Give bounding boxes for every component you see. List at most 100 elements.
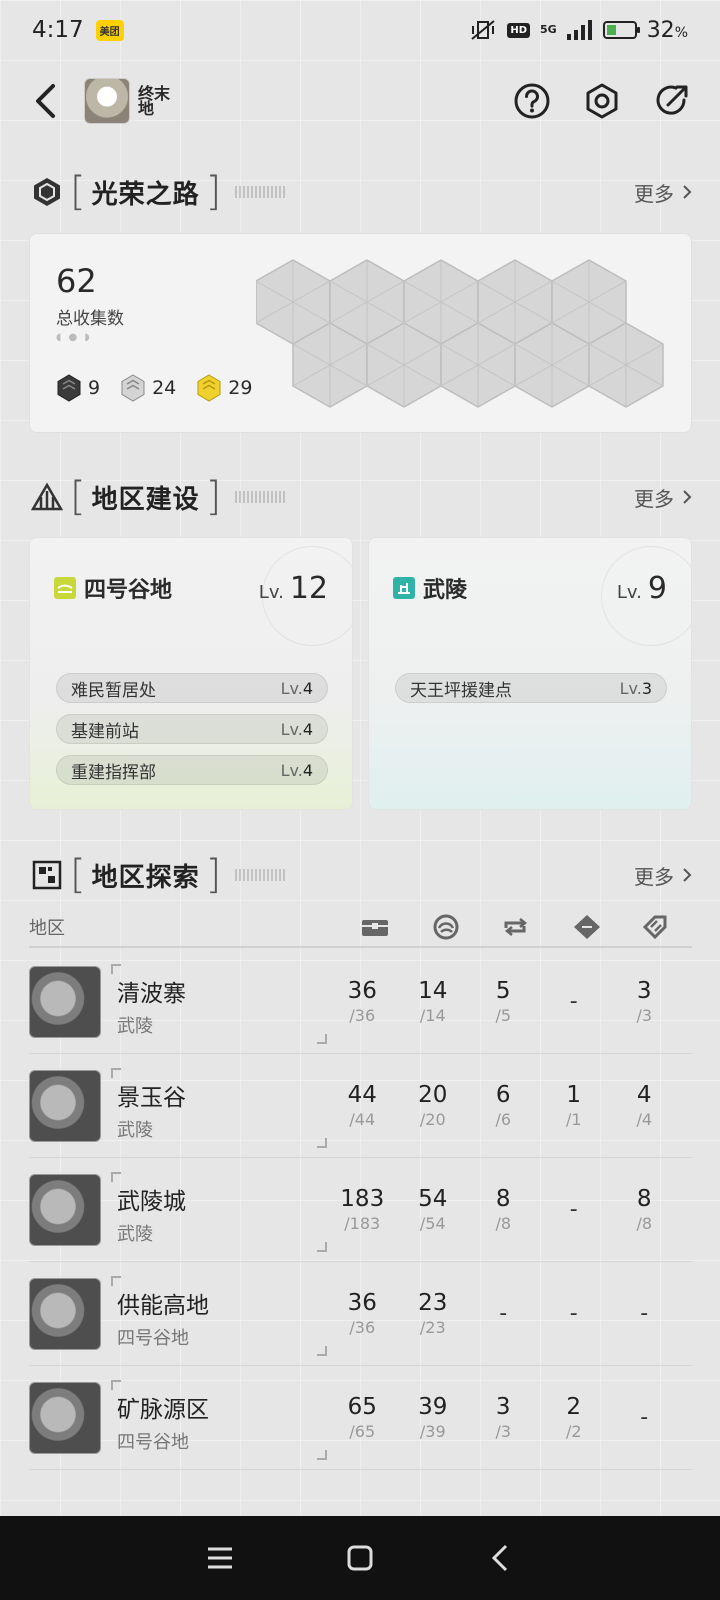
dark-tier-icon [57,374,81,402]
build-more-link[interactable]: 更多 [634,483,692,512]
more-label: 更多 [634,181,674,206]
table-row[interactable]: 清波寨 武陵 36/36 14/14 5/5 - 3/3 [29,950,692,1054]
build-card-wuling[interactable]: 武陵 Lv. 9 天王坪援建点 Lv.3 [368,537,692,810]
stat-value: - [499,1301,508,1326]
stat-total: /8 [495,1214,512,1233]
stat-total: /65 [349,1422,376,1441]
explore-title: 地区探索 [91,862,200,893]
level-value: 9 [647,570,667,606]
stat-total: /23 [419,1318,446,1337]
stat-value: - [640,1301,649,1326]
chevron-left-icon [36,84,55,118]
region-area: 武陵 [117,1119,153,1141]
chevron-left-icon [491,1544,508,1572]
table-row[interactable]: 矿脉源区 四号谷地 65/65 39/39 3/3 2/2 - [29,1366,692,1470]
status-icons: HD 5G 32% [469,18,688,43]
chevron-right-icon [683,490,692,504]
build-region-level: Lv. 12 [259,571,328,606]
system-back-button[interactable] [480,1538,520,1578]
square-icon [347,1545,373,1571]
stat-total: /8 [636,1214,653,1233]
row-labels: 景玉谷 武陵 [111,1067,327,1148]
chevron-right-icon [683,868,692,882]
stat-value: 44 [347,1082,377,1108]
stat-cell: 4/4 [609,1082,680,1129]
settings-button[interactable] [580,79,624,123]
stat-value: 36 [347,1290,377,1316]
total-collection-label: 总收集数 [56,309,124,329]
region-area: 武陵 [117,1015,153,1037]
stat-cell: - [539,1301,610,1326]
back-button[interactable] [26,81,66,121]
stat-cell: 3/3 [609,978,680,1025]
stat-total: /39 [419,1422,446,1441]
battery-icon [602,21,640,39]
avatar[interactable] [84,78,130,124]
explore-section-header: [ 地区探索 ] 更多 [30,850,692,900]
facility-level-prefix: Lv. [280,719,303,739]
hd-icon: HD [507,22,530,38]
home-button[interactable] [340,1538,380,1578]
stat-total: /6 [495,1110,512,1129]
total-collection-count: 62 [56,262,97,300]
facility-name: 难民暂居处 [71,680,156,701]
tag-column [622,915,692,939]
more-label: 更多 [634,486,674,511]
stat-value: 23 [418,1290,448,1316]
map-thumbnail [29,1277,101,1350]
region-area: 四号谷地 [117,1431,189,1453]
stat-total: /5 [495,1006,512,1025]
stat-total: /1 [565,1110,582,1129]
tier-silver: 24 [120,374,176,402]
valley-region-icon [54,577,76,599]
stat-cell: 23/23 [398,1290,469,1337]
facility-item[interactable]: 天王坪援建点 Lv.3 [395,673,667,703]
stat-total: /4 [636,1110,653,1129]
stat-total: /36 [349,1318,376,1337]
stat-total: /44 [349,1110,376,1129]
stat-value: 183 [340,1186,385,1212]
recents-button[interactable] [200,1538,240,1578]
table-row[interactable]: 武陵城 武陵 183/183 54/54 8/8 - 8/8 [29,1158,692,1262]
facility-level: 4 [302,678,313,698]
stat-value: 6 [495,1082,511,1108]
glory-more-link[interactable]: 更多 [634,178,692,207]
stat-cell: 3/3 [468,1394,539,1441]
stat-value: - [569,989,578,1014]
decorative-barcode [235,186,288,198]
table-row[interactable]: 景玉谷 武陵 44/44 20/20 6/6 1/1 4/4 [29,1054,692,1158]
explore-more-link[interactable]: 更多 [634,861,692,890]
stat-cell: 20/20 [398,1082,469,1129]
chest-icon [362,920,389,936]
build-card-valley4[interactable]: 四号谷地 Lv. 12 难民暂居处 Lv.4 基建前站 Lv.4 重建指挥部 L… [29,537,353,810]
stat-cell: - [468,1301,539,1326]
build-card-header: 武陵 Lv. 9 [393,568,667,608]
header-actions [510,79,694,123]
facility-level: 4 [302,760,313,780]
table-row[interactable]: 供能高地 四号谷地 36/36 23/23 - - - [29,1262,692,1366]
build-title: 地区建设 [91,484,200,515]
region-name: 景玉谷 [117,1084,186,1111]
glory-card[interactable]: 62 总收集数 ◖ ● ◗ 9 24 29 [29,233,692,433]
help-button[interactable] [510,79,554,123]
settings-hex-icon [586,83,618,119]
share-button[interactable] [650,79,694,123]
region-area: 四号谷地 [117,1327,189,1349]
stat-total: /14 [419,1006,446,1025]
glory-title: 光荣之路 [91,179,200,210]
facility-name: 天王坪援建点 [410,680,512,701]
tier-silver-count: 24 [152,377,177,399]
row-labels: 清波寨 武陵 [111,963,327,1044]
map-thumbnail [29,1069,101,1142]
diamond-column [551,914,621,940]
facility-item[interactable]: 难民暂居处 Lv.4 [56,673,328,703]
stat-cell: 2/2 [539,1394,610,1441]
level-value: 12 [289,570,328,606]
facility-item[interactable]: 重建指挥部 Lv.4 [56,755,328,785]
facility-item[interactable]: 基建前站 Lv.4 [56,714,328,744]
stat-total: /3 [636,1006,653,1025]
region-area: 武陵 [117,1223,153,1245]
game-logo: 终末地 [138,84,171,118]
row-labels: 矿脉源区 四号谷地 [111,1379,327,1460]
decorative-barcode [235,869,288,881]
